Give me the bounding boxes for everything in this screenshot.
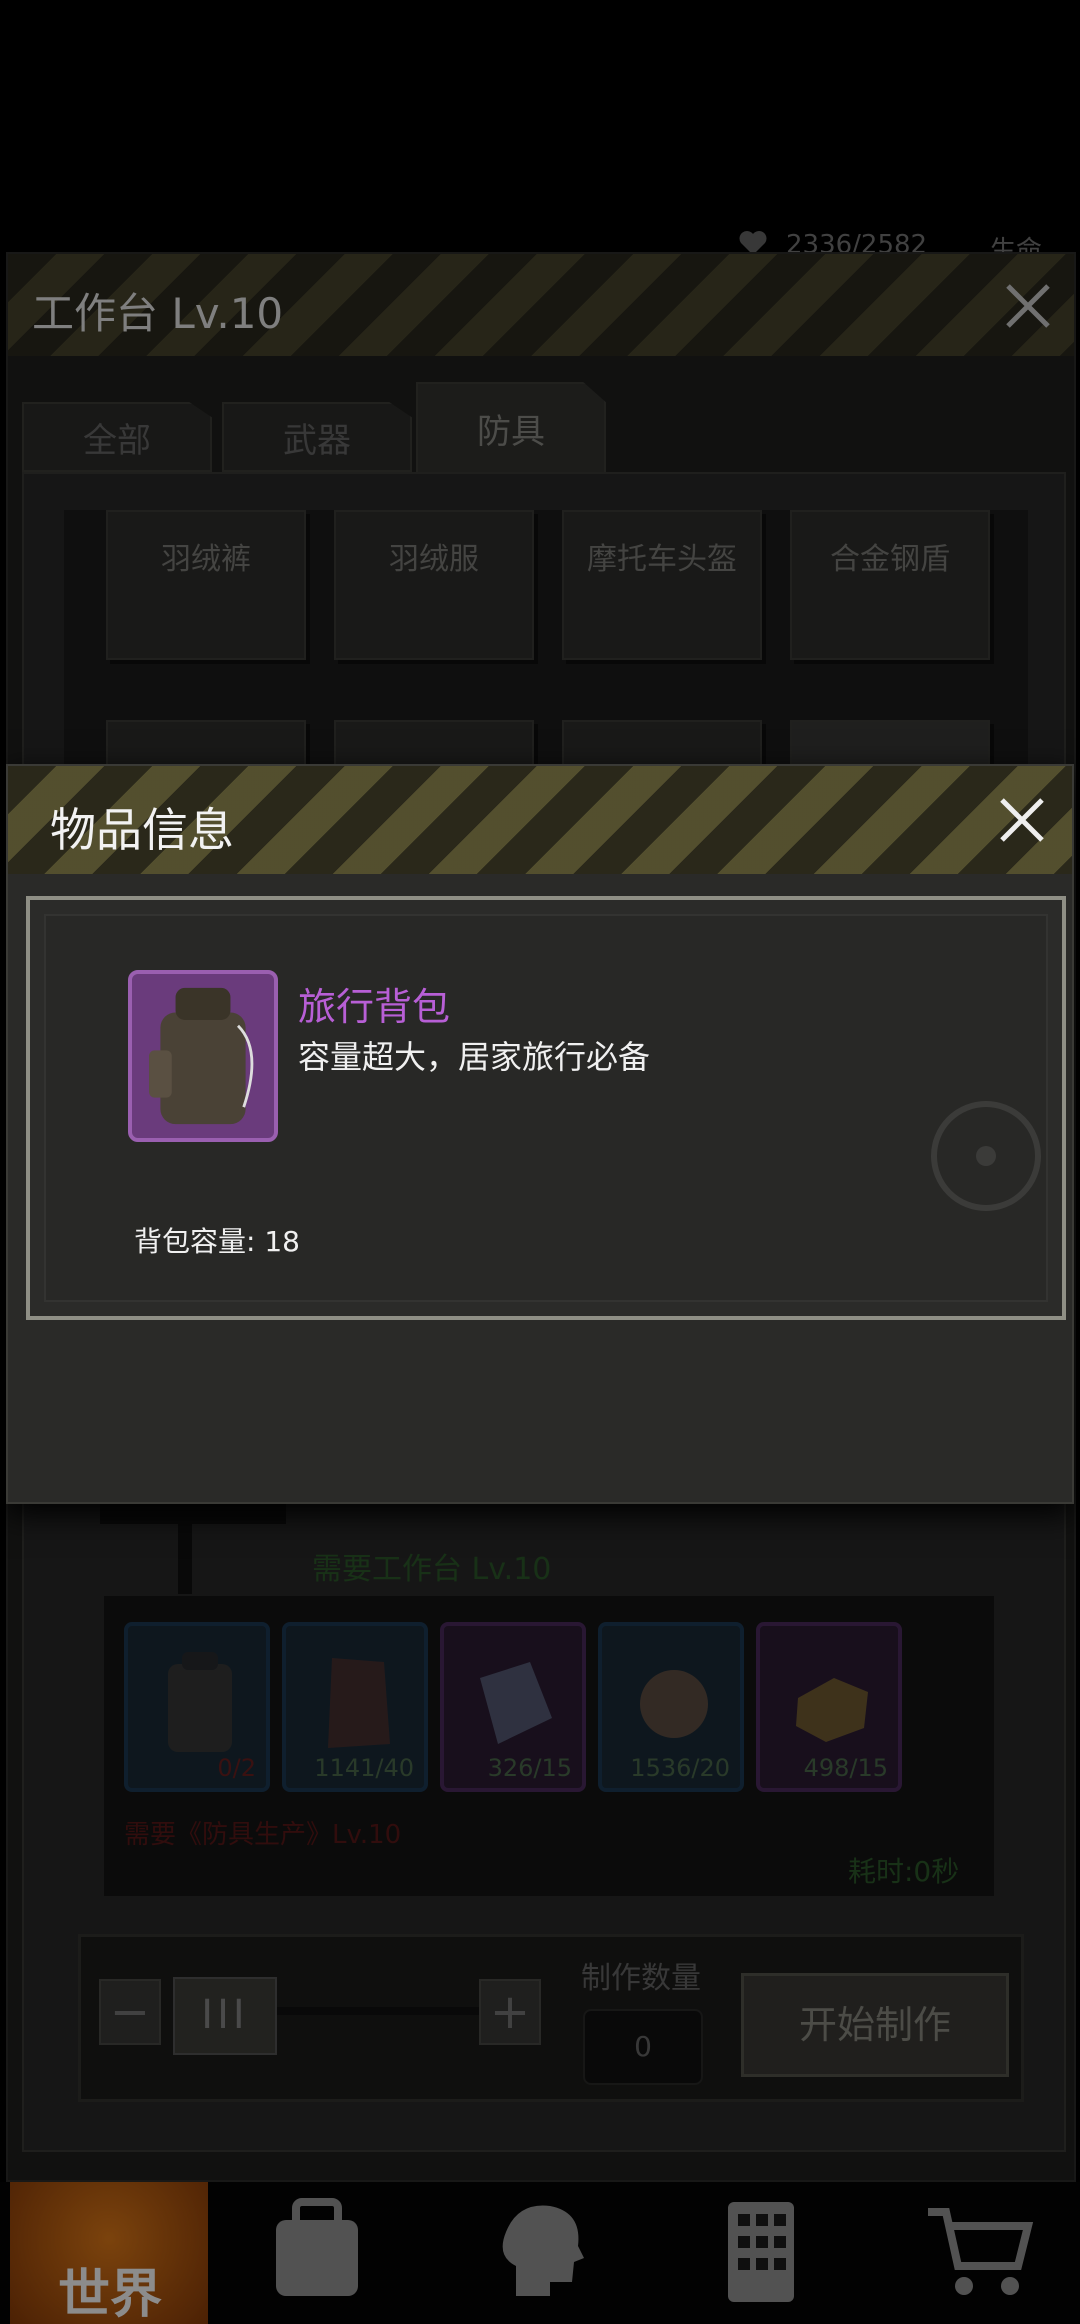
item-info-card: 旅行背包 容量超大，居家旅行必备 背包容量: 18: [26, 896, 1066, 1320]
item-capacity: 背包容量: 18: [134, 1225, 300, 1258]
close-icon[interactable]: [994, 792, 1050, 848]
item-name: 旅行背包: [298, 985, 451, 1029]
radiation-icon: [931, 1101, 1041, 1211]
dialog-title: 物品信息: [50, 803, 234, 857]
dialog-header: 物品信息: [8, 766, 1072, 874]
backpack-icon: [149, 987, 254, 1125]
item-info-dialog: 物品信息 旅行背包 容量超大，居家旅行必备 背包容量: 18: [6, 764, 1074, 1504]
item-description: 容量超大，居家旅行必备: [298, 1038, 651, 1076]
item-image: [128, 970, 278, 1142]
item-info-body: 旅行背包 容量超大，居家旅行必备 背包容量: 18: [44, 914, 1048, 1302]
